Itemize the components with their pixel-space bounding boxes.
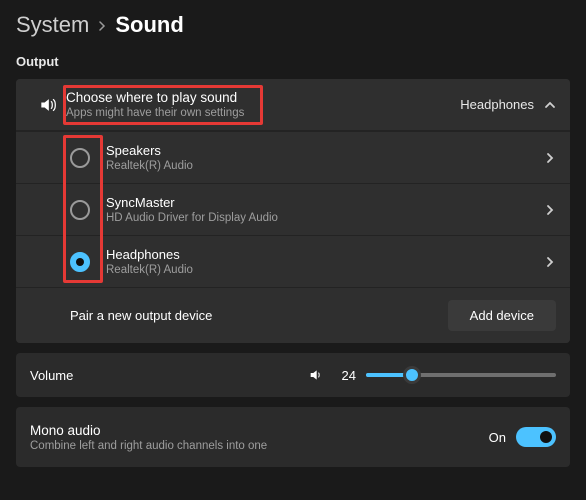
device-driver: Realtek(R) Audio [106, 160, 544, 172]
chevron-right-icon[interactable] [544, 256, 556, 268]
device-name: SyncMaster [106, 195, 544, 210]
volume-value: 24 [334, 368, 356, 383]
output-section-label: Output [0, 44, 586, 75]
volume-label: Volume [30, 368, 73, 383]
mono-toggle[interactable] [516, 427, 556, 447]
chevron-right-icon[interactable] [544, 204, 556, 216]
device-name: Headphones [106, 247, 544, 262]
radio-button[interactable] [70, 252, 90, 272]
device-driver: HD Audio Driver for Display Audio [106, 212, 544, 224]
radio-button[interactable] [70, 200, 90, 220]
output-device-row[interactable]: Headphones Realtek(R) Audio [16, 235, 570, 287]
chevron-right-icon [97, 15, 107, 36]
volume-card: Volume 24 [16, 353, 570, 397]
pair-device-label: Pair a new output device [70, 308, 448, 323]
mono-audio-title: Mono audio [30, 423, 489, 438]
mono-audio-sub: Combine left and right audio channels in… [30, 440, 489, 452]
output-device-row[interactable]: Speakers Realtek(R) Audio [16, 131, 570, 183]
mono-toggle-label: On [489, 430, 506, 445]
selected-output-value: Headphones [460, 97, 534, 112]
choose-output-row[interactable]: Choose where to play sound Apps might ha… [16, 79, 570, 131]
breadcrumb-parent[interactable]: System [16, 12, 89, 38]
breadcrumb: System Sound [0, 0, 586, 44]
breadcrumb-current: Sound [115, 12, 183, 38]
volume-slider[interactable] [366, 367, 556, 383]
output-device-row[interactable]: SyncMaster HD Audio Driver for Display Au… [16, 183, 570, 235]
chevron-up-icon[interactable] [544, 99, 556, 111]
chevron-right-icon[interactable] [544, 152, 556, 164]
choose-output-title: Choose where to play sound [66, 90, 460, 105]
mono-audio-card: Mono audio Combine left and right audio … [16, 407, 570, 467]
add-device-button[interactable]: Add device [448, 300, 556, 331]
device-driver: Realtek(R) Audio [106, 264, 544, 276]
volume-icon[interactable] [308, 367, 324, 383]
device-name: Speakers [106, 143, 544, 158]
speaker-icon [30, 95, 66, 115]
output-card: Choose where to play sound Apps might ha… [16, 79, 570, 343]
choose-output-sub: Apps might have their own settings [66, 107, 460, 119]
pair-device-row: Pair a new output device Add device [16, 287, 570, 343]
radio-button[interactable] [70, 148, 90, 168]
